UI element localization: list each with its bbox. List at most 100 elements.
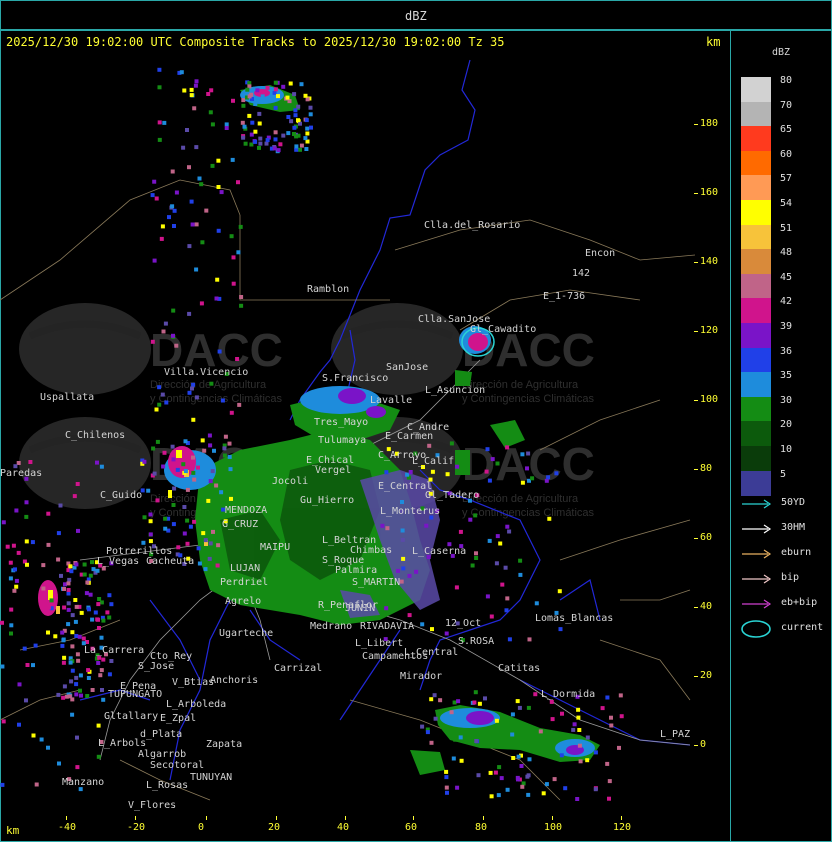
echo-speckle (401, 566, 406, 571)
echo-speckle (510, 712, 515, 717)
echo-speckle (544, 782, 549, 787)
echo-speckle (170, 204, 175, 209)
echo-speckle (210, 122, 215, 127)
echo-speckle (191, 382, 196, 387)
place-label: L_Arbols (98, 738, 147, 749)
legend-swatch (741, 347, 771, 373)
echo-speckle (249, 132, 254, 137)
echo-speckle (66, 622, 71, 627)
echo-speckle (60, 643, 65, 648)
echo-speckle (534, 601, 539, 606)
echo-speckle (183, 469, 188, 474)
echo-speckle (258, 136, 263, 141)
echo-speckle (62, 655, 67, 660)
place-label: L_Dormida (541, 689, 596, 700)
echo-speckle (456, 699, 461, 704)
echo-speckle (231, 281, 236, 286)
track-arrow-icon (742, 524, 772, 534)
echo-speckle (56, 692, 61, 697)
place-label: Gl_Tadero (425, 490, 480, 501)
echo-speckle (161, 329, 166, 334)
echo-speckle (69, 569, 74, 574)
echo-speckle (215, 277, 220, 282)
echo-speckle (66, 581, 71, 586)
echo-speckle (61, 637, 66, 642)
echo-speckle (520, 784, 525, 789)
echo-speckle (97, 597, 102, 601)
track-label: eb+bip (781, 597, 818, 608)
place-label: 142 (572, 268, 591, 279)
echo-speckle (255, 88, 260, 93)
echo-speckle (76, 658, 81, 663)
echo-speckle (515, 699, 520, 704)
echo-speckle (8, 560, 13, 565)
echo-speckle (273, 80, 278, 85)
y-tick-label: 60 (700, 532, 713, 543)
echo-speckle (157, 67, 162, 72)
echo-speckle (224, 122, 229, 127)
place-label: Ugarteche (219, 628, 274, 639)
echo-speckle (70, 644, 75, 649)
echo-speckle (78, 673, 83, 678)
echo-speckle (61, 695, 66, 700)
place-label: C_Arroyo (378, 450, 427, 461)
echo-speckle (171, 333, 175, 338)
place-label: S_MARTIN (352, 577, 401, 588)
x-tick-label: -40 (58, 822, 77, 833)
echo-speckle (101, 697, 106, 702)
echo-speckle (293, 108, 298, 113)
echo-speckle (400, 537, 405, 542)
echo-speckle (444, 631, 449, 636)
echo-speckle (33, 643, 38, 648)
echo-speckle (407, 573, 412, 578)
legend-swatch (741, 470, 771, 496)
echo-speckle (171, 522, 176, 527)
echo-speckle (288, 81, 293, 86)
track-label: eburn (781, 547, 812, 558)
echo-speckle (185, 128, 189, 132)
echo-speckle (66, 591, 71, 596)
echo-speckle (157, 385, 162, 390)
echo-speckle (60, 630, 65, 635)
echo-speckle (24, 539, 29, 544)
echo-speckle (96, 602, 101, 607)
echo-speckle (11, 543, 16, 548)
watermark-logo-1 (19, 303, 151, 395)
echo-speckle (609, 723, 614, 728)
echo-speckle (474, 551, 478, 556)
echo-speckle (473, 690, 478, 695)
echo-speckle (214, 483, 219, 488)
echo-speckle (575, 797, 580, 801)
window-title: dBZ (405, 9, 427, 23)
echo-speckle (170, 169, 175, 174)
echo-speckle (25, 562, 29, 567)
echo-speckle (526, 451, 531, 456)
echo-speckle (451, 756, 456, 761)
echo-speckle (30, 540, 35, 545)
echo-speckle (167, 215, 171, 220)
echo-speckle (171, 503, 176, 507)
echo-speckle (90, 617, 95, 622)
echo-speckle (95, 460, 99, 465)
place-label: Lavalle (370, 395, 413, 406)
echo-speckle (507, 637, 512, 642)
echo-speckle (224, 126, 229, 130)
place-label: Gltallary (104, 711, 159, 722)
echo-speckle (218, 460, 223, 465)
legend-label: 65 (780, 124, 793, 136)
echo-speckle (216, 158, 221, 163)
echo-speckle (69, 679, 74, 684)
echo-speckle (286, 131, 291, 136)
echo-speckle (160, 392, 165, 397)
echo-speckle (210, 163, 215, 168)
echo-speckle (24, 698, 28, 703)
echo-speckle (152, 471, 157, 476)
echo-speckle (171, 457, 176, 462)
echo-speckle (98, 673, 103, 678)
echo-speckle (85, 580, 90, 585)
echo-speckle (455, 464, 460, 469)
echo-speckle (265, 85, 270, 90)
legend-swatch (741, 273, 771, 299)
x-tick-mark (276, 816, 277, 820)
echo-speckle (88, 592, 93, 597)
